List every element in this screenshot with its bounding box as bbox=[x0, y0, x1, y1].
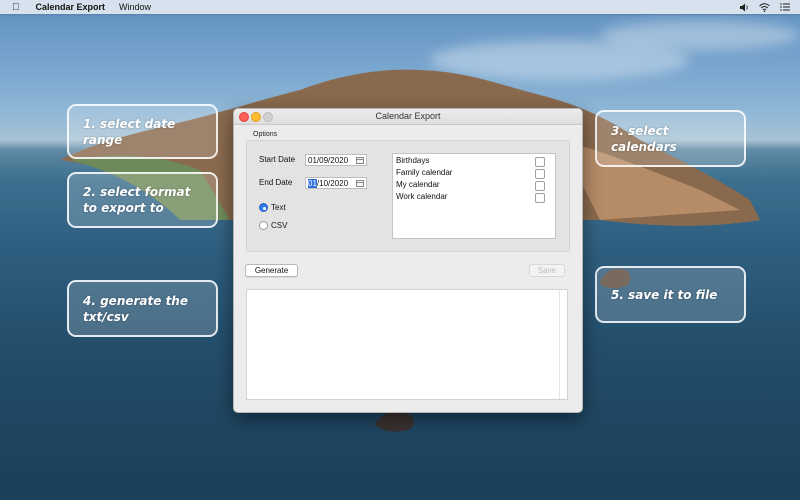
calendar-list[interactable]: Birthdays Family calendar My calendar Wo… bbox=[392, 153, 556, 239]
calendar-export-window: Calendar Export Options Start Date 01/09… bbox=[233, 108, 583, 413]
calendar-checkbox[interactable] bbox=[535, 157, 545, 167]
calendar-name: Birthdays bbox=[396, 156, 430, 165]
callout-generate: 4. generate the txt/csv bbox=[67, 280, 218, 337]
calendar-name: Work calendar bbox=[396, 192, 448, 201]
start-date-value: 01/09/2020 bbox=[308, 156, 349, 165]
radio-text[interactable] bbox=[259, 203, 268, 212]
end-date-field[interactable]: 01/10/2020 bbox=[305, 177, 367, 189]
options-group: Start Date 01/09/2020 End Date 01/10/202… bbox=[246, 140, 570, 252]
volume-icon[interactable] bbox=[739, 3, 749, 12]
close-button[interactable] bbox=[239, 112, 249, 122]
list-item[interactable]: My calendar bbox=[393, 179, 555, 191]
zoom-button[interactable] bbox=[263, 112, 273, 122]
calendar-name: Family calendar bbox=[396, 168, 453, 177]
options-label: Options bbox=[253, 131, 278, 138]
wifi-icon[interactable] bbox=[759, 2, 770, 12]
callout-select-calendars: 3. select calendars bbox=[595, 110, 746, 167]
calendar-checkbox[interactable] bbox=[535, 181, 545, 191]
list-item[interactable]: Work calendar bbox=[393, 191, 555, 203]
output-text-area[interactable] bbox=[246, 289, 568, 400]
end-date-label: End Date bbox=[259, 178, 293, 187]
callout-select-format: 2. select format to export to bbox=[67, 172, 218, 228]
calendar-icon[interactable] bbox=[356, 157, 364, 164]
radio-text-label[interactable]: Text bbox=[271, 203, 286, 212]
status-area bbox=[739, 0, 790, 14]
radio-csv[interactable] bbox=[259, 221, 268, 230]
calendar-checkbox[interactable] bbox=[535, 193, 545, 203]
end-date-rest: /10/2020 bbox=[316, 179, 349, 188]
calendar-icon[interactable] bbox=[356, 180, 364, 187]
callout-save-to-file: 5. save it to file bbox=[595, 266, 746, 323]
apple-icon[interactable]:  bbox=[12, 2, 20, 13]
start-date-field[interactable]: 01/09/2020 bbox=[305, 154, 367, 166]
callout-select-date-range: 1. select date range bbox=[67, 104, 218, 159]
start-date-label: Start Date bbox=[259, 155, 296, 164]
list-icon[interactable] bbox=[780, 3, 790, 11]
save-button[interactable]: Save bbox=[529, 264, 565, 277]
calendar-name: My calendar bbox=[396, 180, 440, 189]
window-title: Calendar Export bbox=[375, 111, 441, 121]
radio-csv-label[interactable]: CSV bbox=[271, 221, 287, 230]
sky-cloud bbox=[600, 20, 800, 50]
generate-button[interactable]: Generate bbox=[245, 264, 298, 277]
menu-app-name[interactable]: Calendar Export bbox=[36, 2, 106, 12]
end-date-month-selected: 01 bbox=[308, 179, 317, 188]
output-scrollbar[interactable] bbox=[559, 290, 560, 399]
menu-window[interactable]: Window bbox=[119, 2, 151, 12]
list-item[interactable]: Birthdays bbox=[393, 155, 555, 167]
list-item[interactable]: Family calendar bbox=[393, 167, 555, 179]
calendar-checkbox[interactable] bbox=[535, 169, 545, 179]
menu-bar:  Calendar Export Window bbox=[0, 0, 800, 14]
window-titlebar[interactable]: Calendar Export bbox=[234, 109, 582, 125]
minimize-button[interactable] bbox=[251, 112, 261, 122]
